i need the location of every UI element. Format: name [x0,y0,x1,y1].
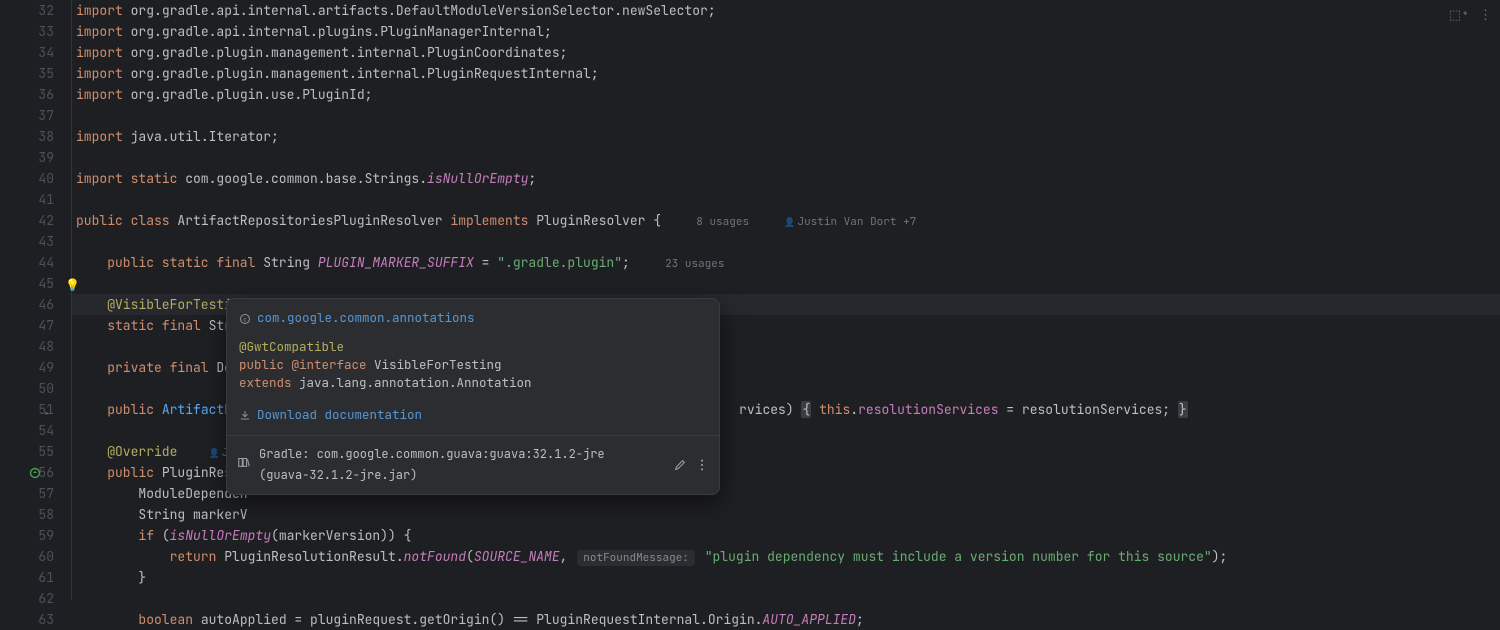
popup-footer: Gradle: com.google.common.guava:guava:32… [227,435,719,494]
fold-column [0,0,26,600]
usages-inlay[interactable]: 8 usages [692,215,753,229]
code-line[interactable]: import org.gradle.plugin.use.PluginId; [76,84,1500,105]
code-line[interactable]: return PluginResolutionResult.notFound(S… [76,546,1500,567]
line-number: 45 [26,273,54,294]
popup-package-link[interactable]: c com.google.common.annotations [239,309,475,327]
line-number: 57 [26,483,54,504]
line-number: 41 [26,189,54,210]
line-number: 35 [26,63,54,84]
line-number: 40 [26,168,54,189]
code-line[interactable] [76,273,1500,294]
code-line[interactable]: } [76,567,1500,588]
line-number: 60 [26,546,54,567]
line-number: 38 [26,126,54,147]
code-line[interactable] [76,147,1500,168]
code-line[interactable] [76,231,1500,252]
popup-declaration: public @interface VisibleForTesting [239,356,707,374]
code-line[interactable]: if (isNullOrEmpty(markerVersion)) { [76,525,1500,546]
library-icon [237,455,251,476]
code-line[interactable] [76,105,1500,126]
line-number: 47 [26,315,54,336]
line-number: 46 [26,294,54,315]
code-line[interactable]: public static final String PLUGIN_MARKER… [76,252,1500,273]
line-number: 36 [26,84,54,105]
line-number: 63 [26,609,54,630]
quick-doc-popup: c com.google.common.annotations @GwtComp… [226,298,720,495]
fold-arrow-icon[interactable]: ▸ [44,403,50,424]
line-number: 32 [26,0,54,21]
editor-toolbar: ⬚⁺ ⋮ [1449,4,1492,25]
line-number: 43 [26,231,54,252]
code-line[interactable]: import java.util.Iterator; [76,126,1500,147]
code-line[interactable]: String markerV [76,504,1500,525]
gutter-divider [54,0,72,600]
edit-icon[interactable] [673,457,687,473]
line-number: 48 [26,336,54,357]
line-number: 55 [26,441,54,462]
line-number: 42 [26,210,54,231]
line-number: 37 [26,105,54,126]
popup-extends: extends java.lang.annotation.Annotation [239,374,707,392]
code-line[interactable]: import org.gradle.api.internal.artifacts… [76,0,1500,21]
code-line[interactable] [76,189,1500,210]
code-line[interactable]: import org.gradle.api.internal.plugins.P… [76,21,1500,42]
ai-button[interactable]: ⬚⁺ [1449,4,1469,25]
popup-annotation: @GwtCompatible [239,338,344,355]
class-icon: c [239,312,251,324]
more-icon[interactable] [695,457,709,473]
line-number: 59 [26,525,54,546]
line-number: 33 [26,21,54,42]
override-gutter-icon[interactable] [29,464,41,485]
code-line[interactable]: public class ArtifactRepositoriesPluginR… [76,210,1500,231]
line-number: 44 [26,252,54,273]
svg-text:c: c [243,315,247,323]
line-number: 50 [26,378,54,399]
code-line[interactable]: import static com.google.common.base.Str… [76,168,1500,189]
line-number: 49 [26,357,54,378]
line-number: 39 [26,147,54,168]
author-inlay[interactable]: Justin Van Dort +7 [784,215,916,229]
download-doc-link[interactable]: Download documentation [239,406,422,424]
popup-footer-text: Gradle: com.google.common.guava:guava:32… [259,444,657,486]
line-number: 58 [26,504,54,525]
code-line[interactable] [76,588,1500,609]
line-number: 62 [26,588,54,609]
line-number-gutter: 3233343536373839404142434445464748495051… [26,0,54,600]
code-line[interactable]: import org.gradle.plugin.management.inte… [76,42,1500,63]
code-line[interactable]: import org.gradle.plugin.management.inte… [76,63,1500,84]
download-icon [239,409,251,421]
code-line[interactable]: boolean autoApplied = pluginRequest.getO… [76,609,1500,630]
line-number: 34 [26,42,54,63]
line-number: 61 [26,567,54,588]
usages-inlay[interactable]: 23 usages [661,257,728,271]
more-button[interactable]: ⋮ [1479,4,1492,25]
code-editor[interactable]: 3233343536373839404142434445464748495051… [0,0,1500,600]
